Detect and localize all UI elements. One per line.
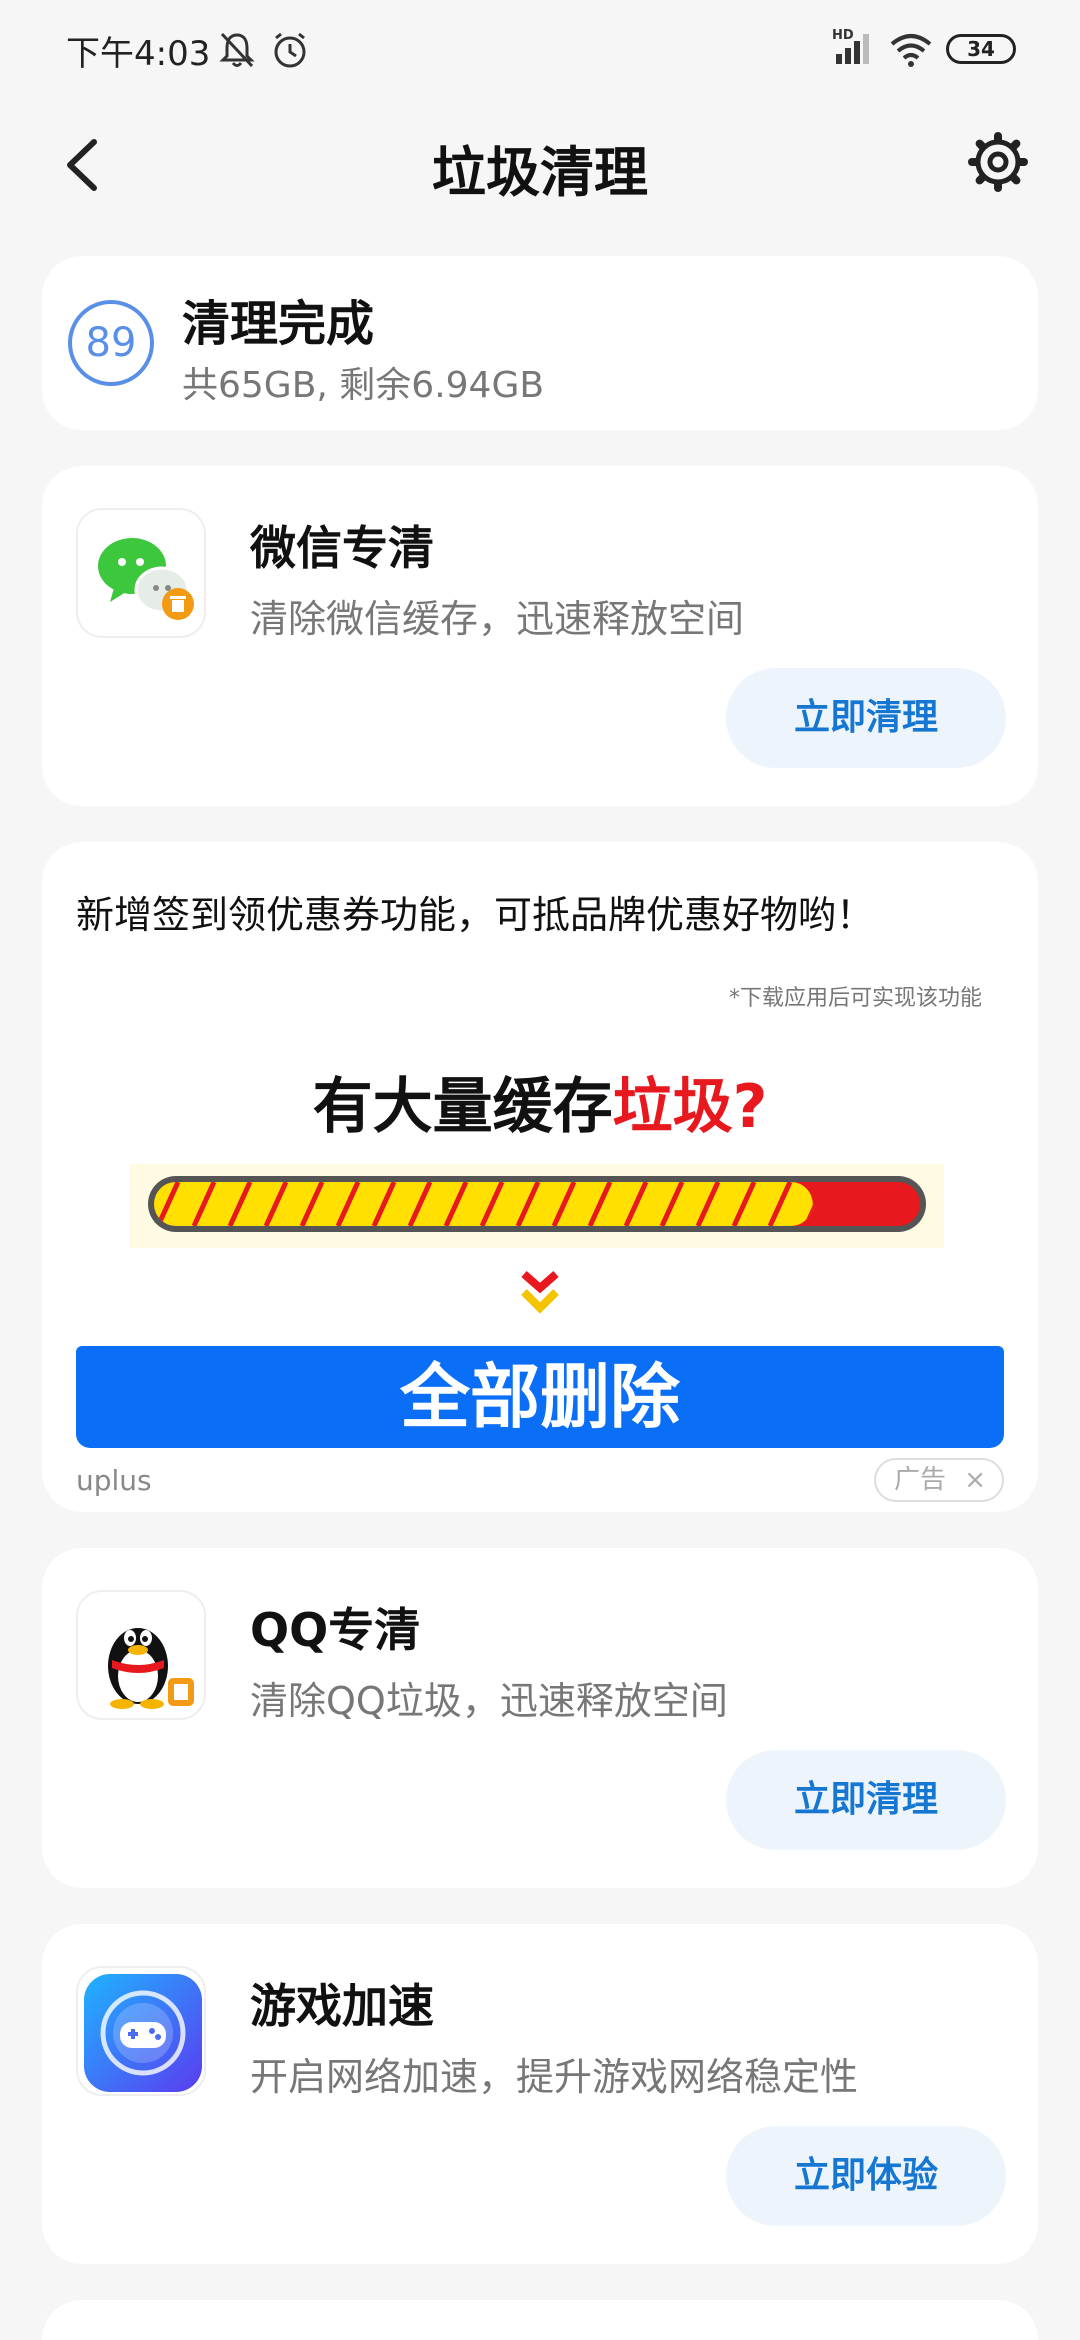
clean-summary-card: 89 清理完成 共65GB, 剩余6.94GB xyxy=(42,256,1038,430)
ad-source: uplus xyxy=(76,1464,152,1497)
chevron-down-icon xyxy=(521,1270,559,1314)
ad-big-text: 有大量缓存垃圾? xyxy=(42,1058,1038,1145)
try-now-button[interactable]: 立即体验 xyxy=(726,2126,1006,2226)
game-boost-icon xyxy=(76,1966,206,2096)
qq-clean-card[interactable]: QQ专清 清除QQ垃圾，迅速释放空间 立即清理 xyxy=(42,1548,1038,1888)
mute-bell-icon xyxy=(219,32,255,68)
next-card xyxy=(42,2300,1038,2340)
ad-progress-bar xyxy=(130,1164,944,1248)
ad-note: *下载应用后可实现该功能 xyxy=(728,986,982,1011)
feature-title: 微信专清 xyxy=(250,521,434,575)
status-bar: 下午4:03 HD 34 xyxy=(0,0,1080,100)
wechat-clean-card[interactable]: 微信专清 清除微信缓存，迅速释放空间 立即清理 xyxy=(42,466,1038,806)
signal-icon xyxy=(836,34,869,64)
ad-tag-label: 广告 xyxy=(894,1465,947,1495)
clean-now-button[interactable]: 立即清理 xyxy=(726,1750,1006,1850)
clean-now-button[interactable]: 立即清理 xyxy=(726,668,1006,768)
delete-all-button[interactable]: 全部删除 xyxy=(76,1346,1004,1448)
feature-title: 游戏加速 xyxy=(250,1979,434,2033)
feature-description: 开启网络加速，提升游戏网络稳定性 xyxy=(250,2055,859,2099)
feature-description: 清除QQ垃圾，迅速释放空间 xyxy=(250,1679,728,1723)
gear-icon[interactable] xyxy=(966,130,1030,194)
summary-title: 清理完成 xyxy=(182,296,375,352)
game-boost-card[interactable]: 游戏加速 开启网络加速，提升游戏网络稳定性 立即体验 xyxy=(42,1924,1038,2264)
wifi-icon xyxy=(890,34,932,67)
page-title: 垃圾清理 xyxy=(432,141,648,204)
ad-headline: 新增签到领优惠券功能，可抵品牌优惠好物哟！ xyxy=(76,893,875,937)
feature-title: QQ专清 xyxy=(250,1603,421,1657)
close-icon[interactable]: × xyxy=(964,1460,986,1500)
score-value: 89 xyxy=(85,320,137,366)
ad-card[interactable]: 新增签到领优惠券功能，可抵品牌优惠好物哟！ *下载应用后可实现该功能 有大量缓存… xyxy=(42,842,1038,1512)
qq-clean-icon xyxy=(76,1590,206,1720)
feature-description: 清除微信缓存，迅速释放空间 xyxy=(250,597,745,641)
header: 垃圾清理 xyxy=(0,110,1080,220)
status-time: 下午4:03 xyxy=(66,34,211,74)
battery-indicator: 34 xyxy=(946,34,1016,64)
ad-big-text-red: 垃圾? xyxy=(612,1072,768,1142)
wechat-clean-icon xyxy=(76,508,206,638)
alarm-icon xyxy=(274,32,306,68)
ad-tag[interactable]: 广告 × xyxy=(874,1458,1004,1502)
storage-summary: 共65GB, 剩余6.94GB xyxy=(182,365,545,406)
ad-big-text-black: 有大量缓存 xyxy=(312,1072,613,1142)
